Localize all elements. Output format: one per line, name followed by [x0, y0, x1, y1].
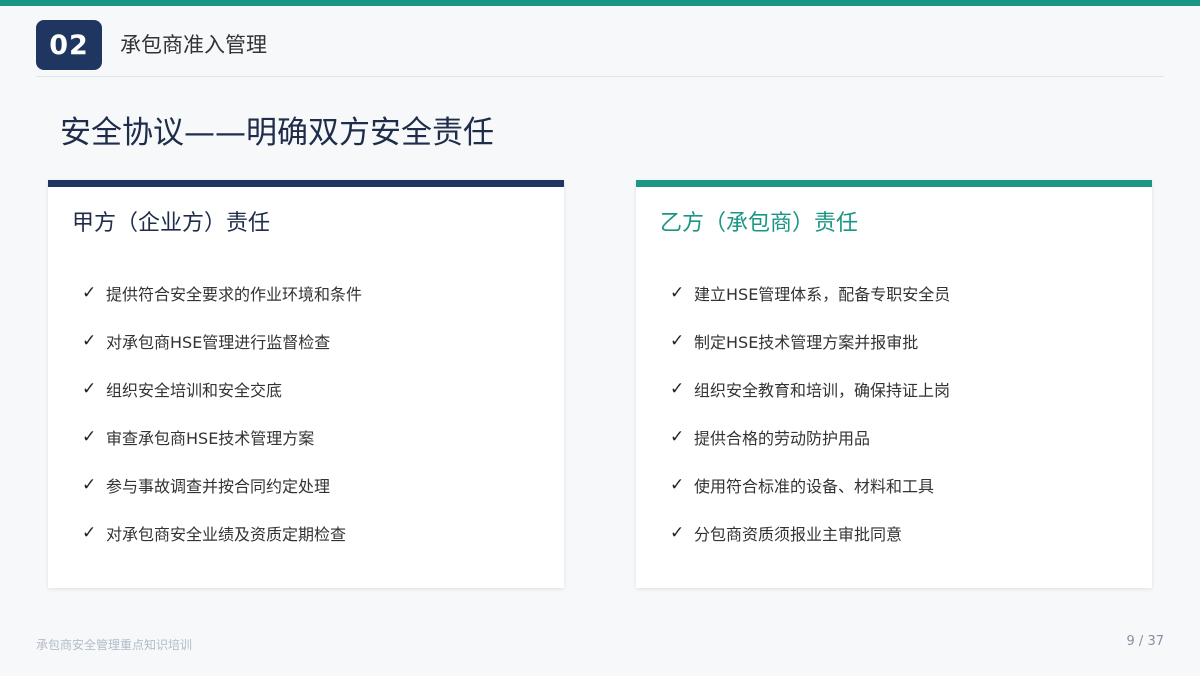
list-item-text: 参与事故调查并按合同约定处理: [106, 477, 331, 496]
page-number: 9 / 37: [1126, 634, 1164, 649]
footer-course-title: 承包商安全管理重点知识培训: [36, 638, 193, 652]
list-item: ✓ 制定HSE技术管理方案并报审批: [670, 317, 950, 365]
list-item-text: 对承包商HSE管理进行监督检查: [106, 333, 331, 352]
checkmark-icon: ✓: [82, 331, 97, 351]
list-item: ✓ 组织安全教育和培训，确保持证上岗: [670, 365, 950, 413]
checkmark-icon: ✓: [670, 379, 685, 399]
list-item-text: 审查承包商HSE技术管理方案: [106, 429, 315, 448]
party-a-card-title: 甲方（企业方）责任: [72, 211, 271, 236]
top-accent-bar: [0, 0, 1200, 6]
list-item: ✓ 参与事故调查并按合同约定处理: [82, 461, 362, 509]
list-item: ✓ 分包商资质须报业主审批同意: [670, 509, 950, 557]
checkmark-icon: ✓: [82, 427, 97, 447]
checkmark-icon: ✓: [670, 427, 685, 447]
party-a-responsibility-card: 甲方（企业方）责任 ✓ 提供符合安全要求的作业环境和条件 ✓ 对承包商HSE管理进行…: [48, 180, 564, 588]
list-item-text: 组织安全教育和培训，确保持证上岗: [694, 381, 951, 400]
list-item-text: 组织安全培训和安全交底: [106, 381, 283, 400]
list-item-text: 对承包商安全业绩及资质定期检查: [106, 525, 347, 544]
list-item: ✓ 建立HSE管理体系，配备专职安全员: [670, 269, 950, 317]
checkmark-icon: ✓: [82, 283, 97, 303]
page-title: 安全协议——明确双方安全责任: [60, 115, 494, 151]
party-b-responsibility-card: 乙方（承包商）责任 ✓ 建立HSE管理体系，配备专职安全员 ✓ 制定HSE技术管理方…: [636, 180, 1152, 588]
list-item-text: 提供符合安全要求的作业环境和条件: [106, 285, 363, 304]
list-item: ✓ 提供合格的劳动防护用品: [670, 413, 950, 461]
list-item-text: 分包商资质须报业主审批同意: [694, 525, 903, 544]
list-item: ✓ 使用符合标准的设备、材料和工具: [670, 461, 950, 509]
checkmark-icon: ✓: [670, 523, 685, 543]
party-b-responsibility-list: ✓ 建立HSE管理体系，配备专职安全员 ✓ 制定HSE技术管理方案并报审批 ✓ 组织安…: [670, 269, 950, 557]
list-item: ✓ 对承包商安全业绩及资质定期检查: [82, 509, 362, 557]
party-a-responsibility-list: ✓ 提供符合安全要求的作业环境和条件 ✓ 对承包商HSE管理进行监督检查 ✓ 组织安全…: [82, 269, 362, 557]
list-item: ✓ 审查承包商HSE技术管理方案: [82, 413, 362, 461]
list-item-text: 使用符合标准的设备、材料和工具: [694, 477, 935, 496]
checkmark-icon: ✓: [670, 331, 685, 351]
list-item: ✓ 提供符合安全要求的作业环境和条件: [82, 269, 362, 317]
checkmark-icon: ✓: [82, 475, 97, 495]
list-item-text: 建立HSE管理体系，配备专职安全员: [694, 285, 951, 304]
header-divider: [36, 76, 1164, 77]
section-title: 承包商准入管理: [120, 33, 267, 57]
checkmark-icon: ✓: [670, 283, 685, 303]
checkmark-icon: ✓: [670, 475, 685, 495]
list-item: ✓ 组织安全培训和安全交底: [82, 365, 362, 413]
checkmark-icon: ✓: [82, 379, 97, 399]
list-item-text: 提供合格的劳动防护用品: [694, 429, 871, 448]
list-item-text: 制定HSE技术管理方案并报审批: [694, 333, 919, 352]
party-b-card-title: 乙方（承包商）责任: [660, 211, 859, 236]
list-item: ✓ 对承包商HSE管理进行监督检查: [82, 317, 362, 365]
checkmark-icon: ✓: [82, 523, 97, 543]
section-number-badge: 02: [36, 20, 102, 70]
